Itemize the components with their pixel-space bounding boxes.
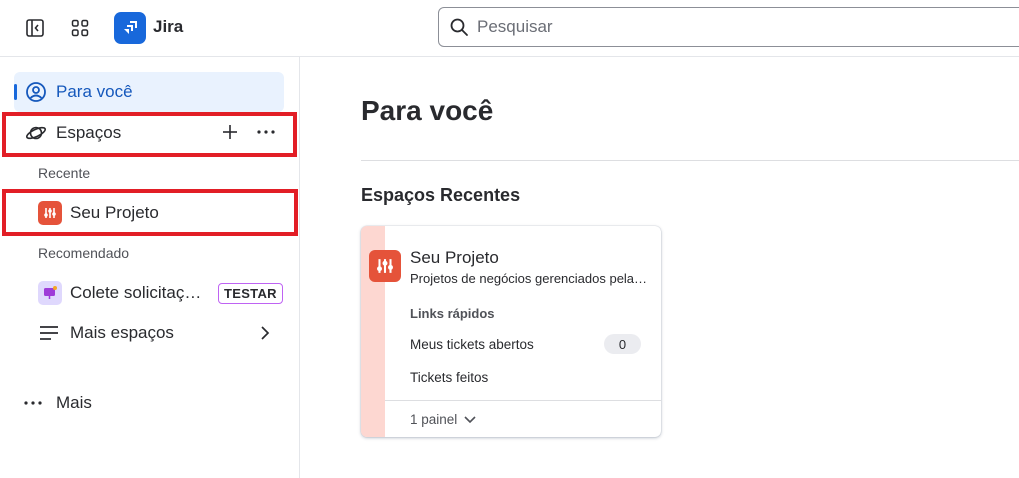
user-circle-icon <box>24 80 48 104</box>
search-box[interactable] <box>438 7 1019 47</box>
sidebar-item-more[interactable]: Mais <box>14 383 284 423</box>
sidebar-item-label: Mais <box>56 393 92 412</box>
recommended-section-label: Recomendado <box>38 245 130 261</box>
list-icon <box>38 322 60 344</box>
search-icon <box>450 18 468 36</box>
search-input[interactable] <box>477 17 977 37</box>
top-navigation-bar: Jira <box>0 0 1019 57</box>
sidebar-item-label: Colete solicitações <box>70 283 208 302</box>
open-tickets-link[interactable]: Meus tickets abertos <box>410 337 534 352</box>
highlight-box-project <box>2 189 298 236</box>
sidebar-item-more-spaces[interactable]: Mais espaços <box>0 313 290 353</box>
try-badge[interactable]: TESTAR <box>218 282 283 304</box>
recent-spaces-title: Espaços Recentes <box>361 185 521 205</box>
chevron-down-icon <box>464 415 476 423</box>
sidebar-item-label: Mais espaços <box>70 323 174 342</box>
project-card[interactable]: Seu Projeto Projetos de negócios gerenci… <box>361 226 661 437</box>
open-tickets-count: 0 <box>604 334 641 354</box>
card-title[interactable]: Seu Projeto <box>410 248 499 268</box>
grid-icon <box>71 19 89 37</box>
app-switcher-button[interactable] <box>64 12 96 44</box>
jira-logo[interactable] <box>114 12 146 44</box>
divider <box>361 160 1019 161</box>
request-icon <box>38 281 62 305</box>
done-tickets-link[interactable]: Tickets feitos <box>410 370 488 385</box>
sidebar-item-colete-solicitacoes[interactable]: Colete solicitações TESTAR <box>0 273 290 313</box>
recent-section-label: Recente <box>38 165 91 181</box>
active-indicator <box>14 84 17 100</box>
panel-label: 1 painel <box>410 412 458 427</box>
sidebar: Para você Espaços Recente Seu Projeto Re… <box>0 57 300 478</box>
card-subtitle: Projetos de negócios gerenciados pela eq… <box>410 271 650 286</box>
highlight-box-spaces <box>2 112 297 157</box>
chevron-right-icon <box>258 325 272 346</box>
page-title: Para você <box>361 95 494 126</box>
sidebar-item-for-you[interactable]: Para você <box>14 72 284 112</box>
sidebar-toggle-icon <box>26 19 44 37</box>
ellipsis-icon <box>22 393 46 413</box>
quick-links-label: Links rápidos <box>410 306 495 321</box>
sidebar-item-label: Para você <box>56 82 133 101</box>
collapse-sidebar-button[interactable] <box>19 12 51 44</box>
app-title[interactable]: Jira <box>153 17 183 37</box>
project-icon <box>369 250 401 282</box>
jira-logo-icon <box>124 21 137 34</box>
card-divider <box>385 400 661 401</box>
panel-dropdown[interactable]: 1 painel <box>410 412 477 427</box>
